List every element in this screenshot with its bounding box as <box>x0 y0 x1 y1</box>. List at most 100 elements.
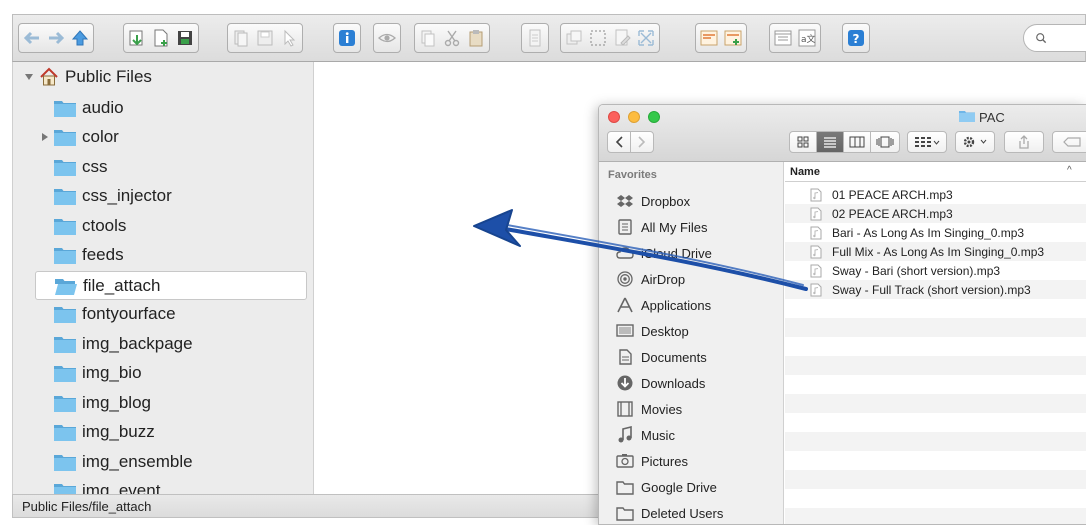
file-row[interactable]: 02 PEACE ARCH.mp3 <box>785 204 1086 223</box>
file-row[interactable]: Sway - Full Track (short version).mp3 <box>785 280 1086 299</box>
svg-text:?: ? <box>853 32 860 46</box>
tags-button[interactable] <box>1052 131 1086 153</box>
resize-button[interactable] <box>635 27 657 49</box>
toolbar-group <box>18 23 94 53</box>
copy-page-button[interactable] <box>230 27 252 49</box>
file-row[interactable]: Bari - As Long As Im Singing_0.mp3 <box>785 223 1086 242</box>
panel-add-button[interactable] <box>722 27 744 49</box>
edit-page-button[interactable] <box>611 27 633 49</box>
toolbar-group <box>333 23 361 53</box>
tree-item[interactable]: img_backpage <box>13 329 313 358</box>
tree-item[interactable]: css_injector <box>13 182 313 211</box>
tree-item[interactable]: audio <box>13 93 313 122</box>
tree-item[interactable]: img_event <box>13 477 313 494</box>
save-icon <box>178 31 192 45</box>
tree-item[interactable]: img_bio <box>13 359 313 388</box>
favorites-heading: Favorites <box>608 169 657 181</box>
dropbox-icon <box>617 195 633 207</box>
translate-button[interactable]: a文 <box>796 27 818 49</box>
share-button[interactable] <box>1004 131 1044 153</box>
disclosure-open-icon[interactable] <box>23 71 35 83</box>
audio-file-icon <box>810 245 822 258</box>
sidebar-item[interactable]: Desktop <box>616 320 689 342</box>
pointer-button[interactable] <box>278 27 300 49</box>
up-arrow-button[interactable] <box>69 27 91 49</box>
tree-item[interactable]: feeds <box>13 241 313 270</box>
finder-titlebar[interactable]: PAC <box>599 105 1086 162</box>
zoom-window-button[interactable] <box>648 111 660 123</box>
sidebar-item[interactable]: Deleted Users <box>616 502 723 524</box>
search-input[interactable] <box>1023 24 1086 52</box>
sidebar-item[interactable]: All My Files <box>616 216 707 238</box>
info-button[interactable] <box>336 27 358 49</box>
sidebar-item[interactable]: Google Drive <box>616 476 717 498</box>
minimize-window-button[interactable] <box>628 111 640 123</box>
view-icons-button[interactable] <box>789 131 817 153</box>
sidebar-item[interactable]: Pictures <box>616 450 688 472</box>
close-window-button[interactable] <box>608 111 620 123</box>
copy-page-icon <box>234 30 248 47</box>
folder-tree[interactable]: Public Files audio color css css_injector ct… <box>12 62 314 494</box>
view-coverflow-button[interactable] <box>870 131 900 153</box>
column-header-name[interactable]: Name <box>785 162 1086 182</box>
file-row[interactable]: Sway - Bari (short version).mp3 <box>785 261 1086 280</box>
folder-icon <box>54 453 76 471</box>
sidebar-item[interactable]: Documents <box>616 346 707 368</box>
folder-icon <box>54 423 76 441</box>
action-button[interactable] <box>955 131 995 153</box>
tree-item[interactable]: file_attach <box>35 271 307 300</box>
panel-button[interactable] <box>698 27 720 49</box>
help-button[interactable]: ? <box>845 27 867 49</box>
document-button[interactable] <box>524 27 546 49</box>
downloads-icon <box>617 375 633 391</box>
floppy-button[interactable] <box>254 27 276 49</box>
sort-indicator[interactable]: ^ <box>1067 165 1072 176</box>
file-row[interactable]: Full Mix - As Long As Im Singing_0.mp3 <box>785 242 1086 261</box>
duplicate-button[interactable] <box>417 27 439 49</box>
finder-title: PAC <box>959 109 1005 125</box>
folder-icon <box>54 482 76 494</box>
window-button[interactable] <box>772 27 794 49</box>
resize-icon <box>638 30 654 46</box>
save-button[interactable] <box>174 27 196 49</box>
file-row[interactable]: 01 PEACE ARCH.mp3 <box>785 185 1086 204</box>
new-file-button[interactable] <box>150 27 172 49</box>
eye-button[interactable] <box>376 27 398 49</box>
tree-item[interactable]: img_buzz <box>13 418 313 447</box>
sidebar-item[interactable]: Music <box>616 424 675 446</box>
back-arrow-button[interactable] <box>21 27 43 49</box>
tree-item-label: img_event <box>82 481 161 494</box>
sidebar-item[interactable]: Dropbox <box>616 190 690 212</box>
tree-item[interactable]: ctools <box>13 211 313 240</box>
finder-window[interactable]: PAC Favorites Dropbox All My Files iClou… <box>598 104 1086 525</box>
selection-button[interactable] <box>587 27 609 49</box>
view-columns-button[interactable] <box>843 131 871 153</box>
sidebar-item[interactable]: Applications <box>616 294 711 316</box>
sidebar-item[interactable]: iCloud Drive <box>616 242 712 264</box>
tree-item[interactable]: img_blog <box>13 388 313 417</box>
scissors-button[interactable] <box>441 27 463 49</box>
download-button[interactable] <box>126 27 148 49</box>
tree-item[interactable]: fontyourface <box>13 300 313 329</box>
layers-button[interactable] <box>563 27 585 49</box>
main-toolbar: a文? <box>12 14 1086 62</box>
view-list-button[interactable] <box>816 131 844 153</box>
list-row-stripe <box>785 451 1086 470</box>
forward-arrow-button[interactable] <box>45 27 67 49</box>
file-list[interactable]: Name ^ 01 PEACE ARCH.mp3 02 PEACE ARCH.mp… <box>785 162 1086 524</box>
clipboard-button[interactable] <box>465 27 487 49</box>
tree-root-public-files[interactable]: Public Files <box>13 64 313 90</box>
tree-item[interactable]: css <box>13 152 313 181</box>
disclosure-closed-icon[interactable] <box>39 131 51 143</box>
tree-item[interactable]: color <box>13 123 313 152</box>
back-button[interactable] <box>607 131 631 153</box>
sidebar-item[interactable]: AirDrop <box>616 268 685 290</box>
forward-button[interactable] <box>630 131 654 153</box>
folder-icon <box>54 364 76 382</box>
sidebar-item[interactable]: Downloads <box>616 372 705 394</box>
arrange-button[interactable] <box>907 131 947 153</box>
sidebar-item[interactable]: Movies <box>616 398 682 420</box>
tree-item[interactable]: img_ensemble <box>13 447 313 476</box>
